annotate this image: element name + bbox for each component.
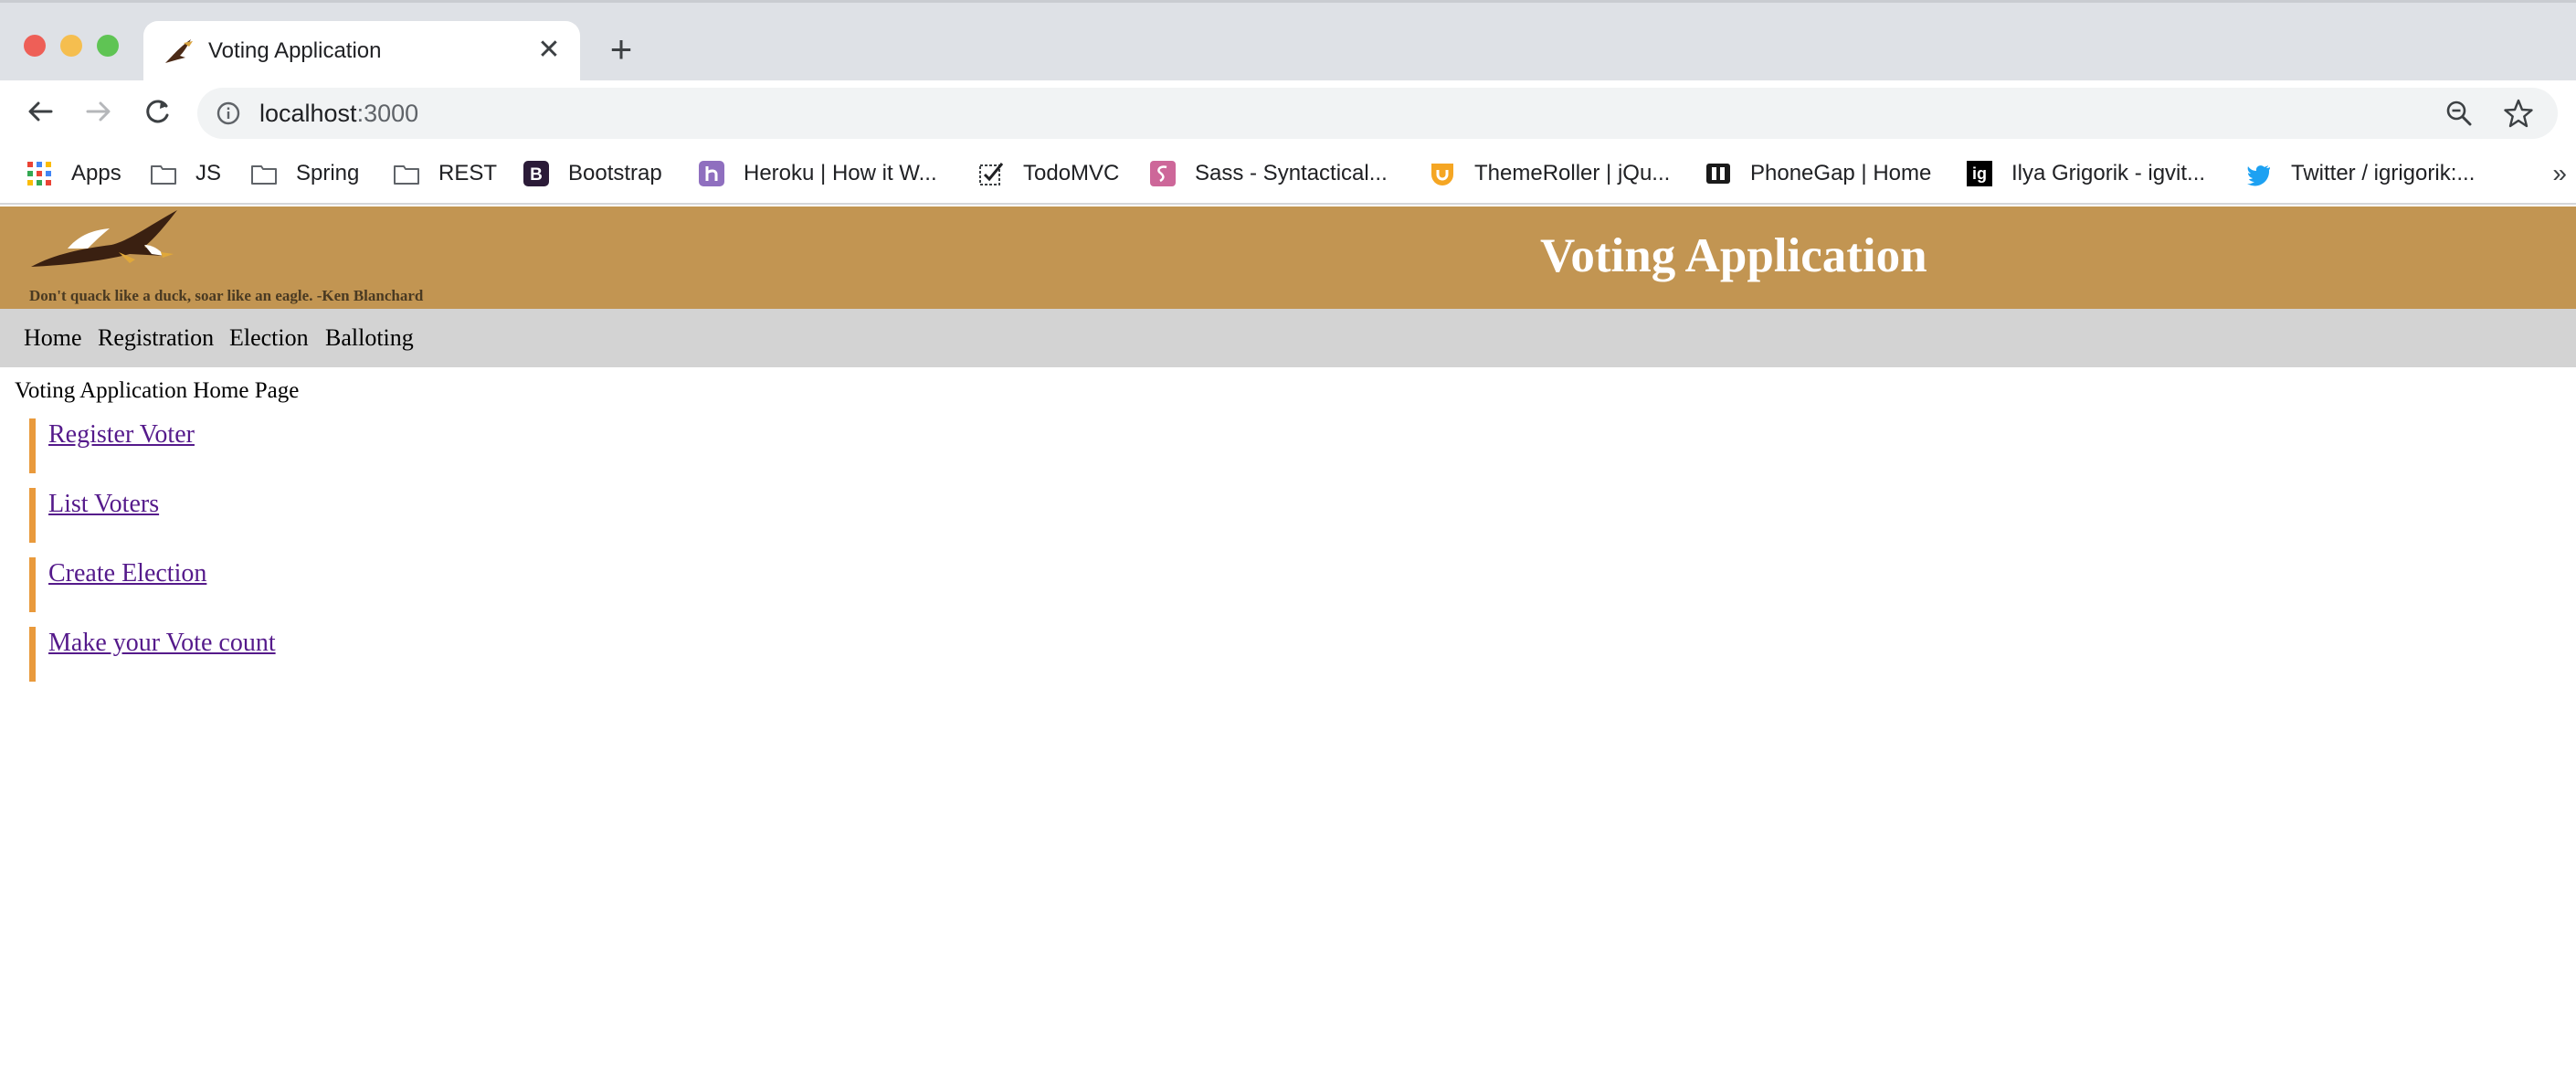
nav-registration[interactable]: Registration [98,324,214,352]
eagle-icon [165,39,193,63]
heroku-icon [699,161,724,186]
page-content: Don't quack like a duck, soar like an ea… [0,206,2576,1080]
create-election-link[interactable]: Create Election [48,559,206,588]
make-vote-count-link[interactable]: Make your Vote count [48,629,276,658]
close-window-button[interactable] [24,35,46,57]
new-tab-button[interactable]: + [603,30,639,69]
apps-grid-icon [27,162,51,185]
address-bar[interactable]: localhost:3000 [197,88,2558,139]
bookmark-sass[interactable]: Sass - Syntactical... [1149,155,1388,192]
sass-icon [1150,161,1176,186]
bookmark-label: Spring [296,161,360,185]
back-arrow-icon[interactable] [22,93,58,130]
bookmark-label: TodoMVC [1023,161,1120,185]
link-item: Create Election [29,557,577,612]
bookmark-igvita[interactable]: ig Ilya Grigorik - igvit... [1966,155,2205,192]
list-voters-link[interactable]: List Voters [48,490,159,519]
twitter-icon [2247,165,2270,186]
browser-toolbar: localhost:3000 [0,80,2576,144]
site-nav: Home Registration Election Balloting [0,309,2576,367]
bookmark-label: Sass - Syntactical... [1195,161,1388,185]
forward-arrow-icon[interactable] [80,93,117,130]
browser-tab-active[interactable]: Voting Application ✕ [143,21,580,83]
site-info-icon[interactable] [216,101,241,126]
bookmark-todomvc[interactable]: TodoMVC [977,155,1119,192]
bookmark-bootstrap[interactable]: B Bootstrap [523,155,662,192]
bookmark-heroku[interactable]: Heroku | How it W... [698,155,937,192]
bookmarks-bar: Apps JS Spring REST B Bootstrap Heroku |… [0,144,2576,205]
url-host: localhost [259,100,357,127]
browser-tab-strip: Voting Application ✕ + [0,0,2576,83]
bookmark-star-icon[interactable] [2503,98,2534,129]
site-title: Voting Application [1540,229,1927,282]
folder-icon [251,165,277,185]
phonegap-icon [1706,164,1730,184]
bookmark-folder-rest[interactable]: REST [393,155,497,192]
bookmark-folder-js[interactable]: JS [150,155,221,192]
bootstrap-icon: B [523,161,549,186]
bookmark-label: Bootstrap [568,161,662,185]
zoom-out-icon[interactable] [2444,99,2474,128]
bookmark-phonegap[interactable]: PhoneGap | Home [1705,155,1931,192]
link-item: List Voters [29,488,577,543]
link-item: Register Voter [29,418,577,473]
link-item: Make your Vote count [29,627,577,682]
url-text[interactable]: localhost:3000 [259,100,418,128]
bookmark-label: Heroku | How it W... [744,161,937,185]
url-port: :3000 [356,100,419,127]
site-quote: Don't quack like a duck, soar like an ea… [29,287,424,304]
bookmark-twitter[interactable]: Twitter / igrigorik:... [2245,155,2475,192]
bookmark-apps[interactable]: Apps [26,155,121,192]
site-header: Don't quack like a duck, soar like an ea… [0,206,2576,309]
nav-election[interactable]: Election [229,324,309,352]
bookmark-label: ThemeRoller | jQu... [1474,161,1671,185]
folder-icon [394,165,419,185]
minimize-window-button[interactable] [60,35,82,57]
maximize-window-button[interactable] [97,35,119,57]
checkbox-icon [979,163,1004,185]
reload-icon[interactable] [139,93,175,130]
bookmark-label: JS [195,161,222,185]
svg-text:B: B [530,165,543,185]
page-heading: Voting Application Home Page [15,378,300,403]
eagle-logo [31,210,177,267]
bookmark-label: PhoneGap | Home [1750,161,1932,185]
ig-icon: ig [1967,161,1992,186]
bookmark-themeroller[interactable]: ThemeRoller | jQu... [1429,155,1670,192]
bookmark-label: Apps [71,161,121,185]
tab-title: Voting Application [208,38,382,63]
svg-text:ig: ig [1972,164,1987,183]
themeroller-icon [1431,164,1453,185]
folder-icon [151,165,176,185]
tab-close-icon[interactable]: ✕ [534,36,564,65]
bookmark-label: REST [438,161,498,185]
bookmarks-overflow-icon[interactable]: » [2552,159,2567,188]
bookmark-label: Ilya Grigorik - igvit... [2011,161,2206,185]
nav-balloting[interactable]: Balloting [325,324,414,352]
bookmark-label: Twitter / igrigorik:... [2291,161,2476,185]
register-voter-link[interactable]: Register Voter [48,420,195,450]
nav-home[interactable]: Home [24,324,82,352]
bookmark-folder-spring[interactable]: Spring [250,155,359,192]
